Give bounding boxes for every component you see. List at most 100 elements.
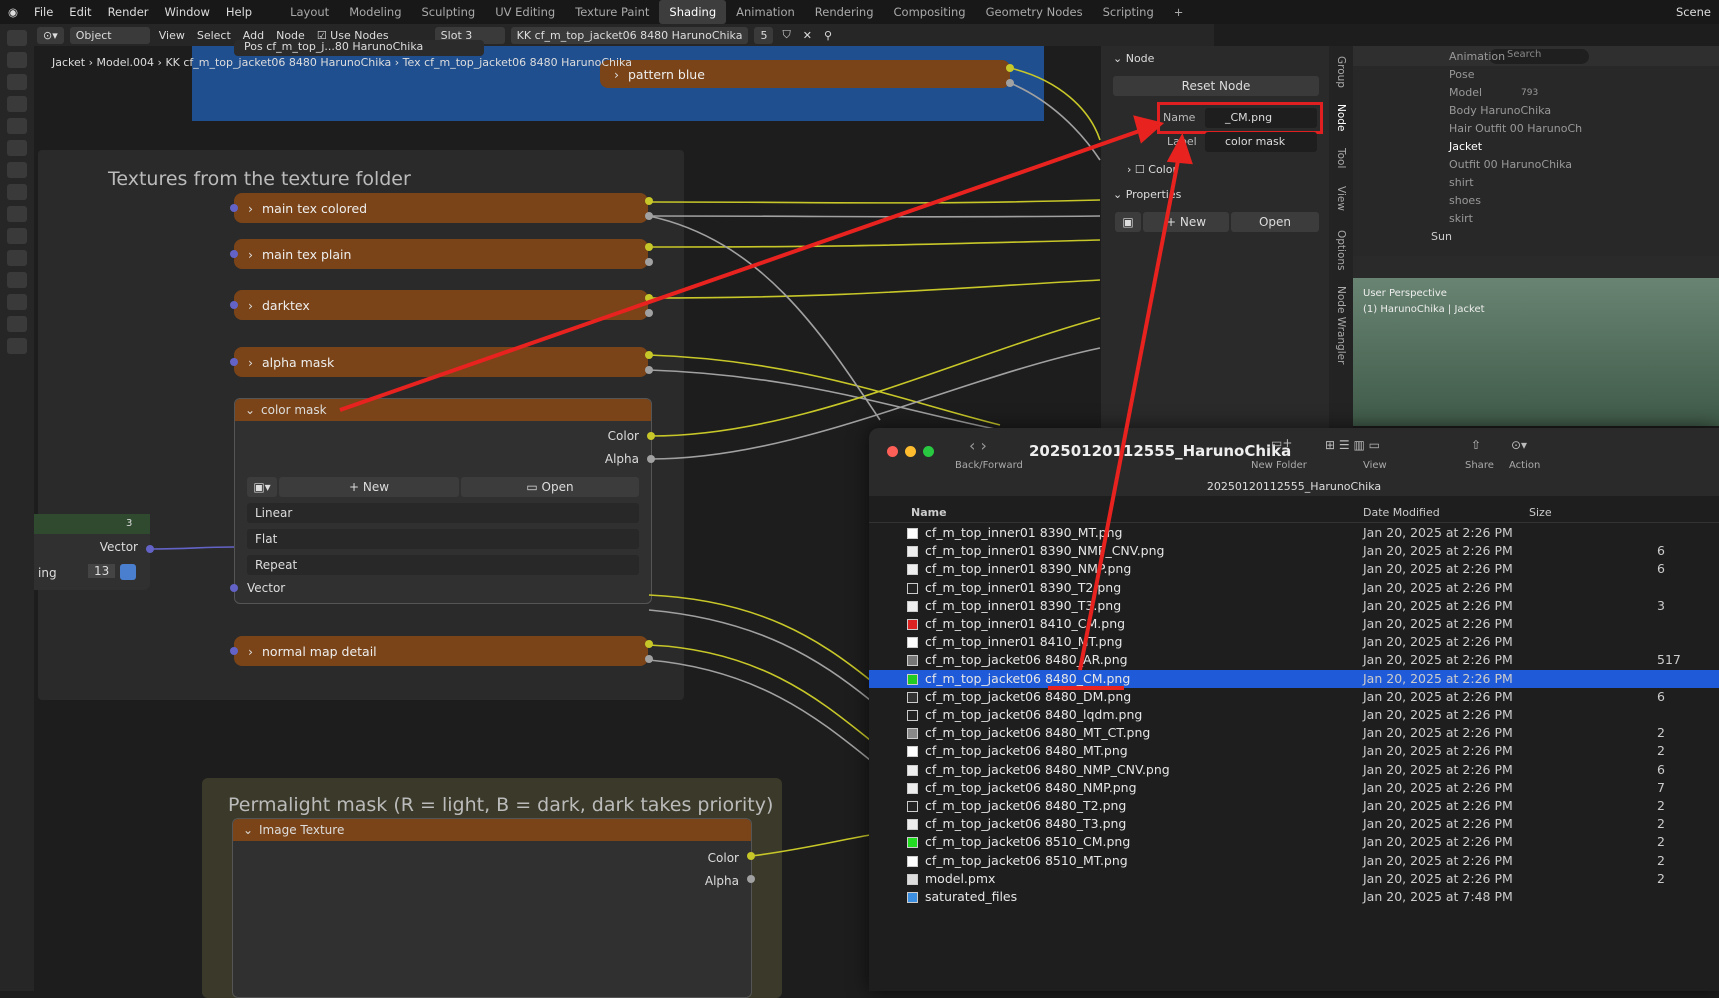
node-section-header[interactable]: ⌄ Node <box>1113 52 1154 65</box>
image-texture-node[interactable]: ⌄ Image Texture Color Alpha <box>232 818 752 998</box>
file-row[interactable]: cf_m_top_jacket06 8480_AR.png Jan 20, 202… <box>869 651 1719 669</box>
file-row[interactable]: cf_m_top_jacket06 8510_MT.png Jan 20, 202… <box>869 852 1719 870</box>
tab-uv-editing[interactable]: UV Editing <box>485 0 565 24</box>
file-row[interactable]: cf_m_top_inner01 8390_T2.png Jan 20, 2025… <box>869 579 1719 597</box>
interpolation-dropdown[interactable]: Linear <box>247 503 639 523</box>
minimize-window-button[interactable] <box>905 446 916 457</box>
fake-user-shield-icon[interactable]: ⛉ <box>776 28 796 42</box>
outliner-item[interactable]: Model <box>1449 86 1482 99</box>
file-row[interactable]: cf_m_top_jacket06 8480_T3.png Jan 20, 202… <box>869 815 1719 833</box>
menu-file[interactable]: File <box>26 0 61 24</box>
tool-icon[interactable] <box>7 30 27 46</box>
file-row[interactable]: cf_m_top_jacket06 8480_T2.png Jan 20, 202… <box>869 797 1719 815</box>
menu-help[interactable]: Help <box>218 0 260 24</box>
menu-view[interactable]: View <box>153 29 191 42</box>
uv-index-field[interactable]: 13 <box>88 564 116 578</box>
render-icon[interactable] <box>7 52 27 68</box>
color-toggle[interactable]: › ☐ Color <box>1127 163 1177 176</box>
file-row[interactable]: cf_m_top_jacket06 8480_MT.png Jan 20, 202… <box>869 742 1719 760</box>
node-label-field[interactable]: color mask <box>1205 132 1317 152</box>
node-normal-map-detail[interactable]: › normal map detail <box>234 636 648 666</box>
tab-shading[interactable]: Shading <box>659 0 727 24</box>
open-image-button[interactable]: ▭ Open <box>461 477 639 497</box>
file-row[interactable]: model.pmx Jan 20, 2025 at 2:26 PM 2 <box>869 870 1719 888</box>
tab-modeling[interactable]: Modeling <box>339 0 411 24</box>
outliner-item[interactable]: Body HarunoChika <box>1449 104 1551 117</box>
outliner-item[interactable]: shirt <box>1449 176 1474 189</box>
pin-icon[interactable]: ⚲ <box>818 29 838 42</box>
column-date[interactable]: Date Modified <box>1363 506 1440 519</box>
outliner-item[interactable]: Hair Outfit 00 HarunoCh <box>1449 122 1582 135</box>
collection-icon[interactable] <box>7 162 27 178</box>
file-row[interactable]: cf_m_top_inner01 8410_MT.png Jan 20, 2025… <box>869 633 1719 651</box>
close-window-button[interactable] <box>887 446 898 457</box>
node-main-tex-plain[interactable]: › main tex plain <box>234 239 648 269</box>
file-row[interactable]: cf_m_top_jacket06 8480_lqdm.png Jan 20, 2… <box>869 706 1719 724</box>
column-name[interactable]: Name <box>911 506 947 519</box>
modifier-icon[interactable] <box>7 206 27 222</box>
tab-sculpting[interactable]: Sculpting <box>412 0 486 24</box>
tab-group[interactable]: Group <box>1335 56 1347 88</box>
share-icon[interactable]: ⇧ <box>1471 438 1481 452</box>
menu-window[interactable]: Window <box>157 0 218 24</box>
object-mode-dropdown[interactable]: Object <box>69 26 150 44</box>
file-row[interactable]: cf_m_top_jacket06 8510_CM.png Jan 20, 202… <box>869 833 1719 851</box>
outliner-item[interactable]: skirt <box>1449 212 1473 225</box>
shield-icon[interactable] <box>120 564 136 580</box>
material-users[interactable]: 5 <box>754 26 774 44</box>
close-icon[interactable]: ✕ <box>797 29 818 42</box>
tab-view[interactable]: View <box>1335 186 1347 211</box>
image-texture-header[interactable]: ⌄ Image Texture <box>233 819 751 841</box>
tab-node[interactable]: Node <box>1335 104 1347 131</box>
constraints-icon[interactable] <box>7 272 27 288</box>
collapse-chevron-icon[interactable]: ⌄ <box>245 399 255 421</box>
object-icon[interactable] <box>7 184 27 200</box>
reset-node-button[interactable]: Reset Node <box>1113 76 1319 96</box>
tab-animation[interactable]: Animation <box>726 0 805 24</box>
image-browse-icon[interactable]: ▣▾ <box>247 477 277 497</box>
editor-type-icon[interactable]: ⊙▾ <box>37 26 64 44</box>
file-row[interactable]: cf_m_top_inner01 8410_CM.png Jan 20, 2025… <box>869 615 1719 633</box>
tab-geometry-nodes[interactable]: Geometry Nodes <box>976 0 1093 24</box>
image-browse-icon[interactable]: ▣ <box>1115 212 1141 232</box>
tab-tool[interactable]: Tool <box>1335 148 1347 168</box>
node-main-tex-colored[interactable]: › main tex colored <box>234 193 648 223</box>
outliner-item[interactable]: Animation <box>1449 50 1505 63</box>
tab-scripting[interactable]: Scripting <box>1093 0 1164 24</box>
material-selector[interactable]: KK cf_m_top_jacket06 8480 HarunoChika <box>510 26 749 44</box>
file-row[interactable]: saturated_files Jan 20, 2025 at 7:48 PM <box>869 888 1719 906</box>
file-row[interactable]: cf_m_top_inner01 8390_NMP.png Jan 20, 202… <box>869 560 1719 578</box>
top-node-title[interactable]: Pos cf_m_top_j...80 HarunoChika <box>234 40 484 56</box>
tab-layout[interactable]: Layout <box>280 0 339 24</box>
physics-icon[interactable] <box>7 250 27 266</box>
color-mask-header[interactable]: ⌄ color mask <box>235 399 651 421</box>
pattern-blue-node[interactable]: › pattern blue <box>600 60 1010 88</box>
npanel-new-button[interactable]: + New <box>1143 212 1229 232</box>
color-mask-node[interactable]: ⌄ color mask Color Alpha ▣▾ + New ▭ Open … <box>234 398 652 604</box>
scene-selector[interactable]: Scene <box>1668 0 1719 24</box>
file-row[interactable]: cf_m_top_jacket06 8480_MT_CT.png Jan 20, … <box>869 724 1719 742</box>
new-folder-icon[interactable]: ▭+ <box>1271 436 1292 450</box>
npanel-open-button[interactable]: Open <box>1231 212 1319 232</box>
node-darktex[interactable]: › darktex <box>234 290 648 320</box>
node-alpha-mask[interactable]: › alpha mask <box>234 347 648 377</box>
tab-texture-paint[interactable]: Texture Paint <box>565 0 659 24</box>
outliner-item-jacket[interactable]: Jacket <box>1449 140 1482 153</box>
texture-icon[interactable] <box>7 338 27 354</box>
action-icon[interactable]: ⊙▾ <box>1511 438 1527 452</box>
blender-logo-icon[interactable]: ◉ <box>0 0 26 24</box>
column-size[interactable]: Size <box>1529 506 1552 519</box>
file-row[interactable]: cf_m_top_inner01 8390_NMP_CNV.png Jan 20,… <box>869 542 1719 560</box>
file-row[interactable]: cf_m_top_jacket06 8480_NMP_CNV.png Jan 20… <box>869 761 1719 779</box>
data-icon[interactable] <box>7 294 27 310</box>
tab-compositing[interactable]: Compositing <box>884 0 976 24</box>
file-row[interactable]: cf_m_top_inner01 8390_T3.png Jan 20, 2025… <box>869 597 1719 615</box>
add-workspace-icon[interactable]: + <box>1164 0 1194 24</box>
3d-viewport[interactable]: User Perspective (1) HarunoChika | Jacke… <box>1353 256 1719 426</box>
view-layer-icon[interactable] <box>7 96 27 112</box>
particles-icon[interactable] <box>7 228 27 244</box>
outliner-item-sun[interactable]: Sun <box>1431 230 1452 243</box>
new-image-button[interactable]: + New <box>279 477 459 497</box>
tab-options[interactable]: Options <box>1335 230 1347 271</box>
properties-section-header[interactable]: ⌄ Properties <box>1113 188 1181 201</box>
